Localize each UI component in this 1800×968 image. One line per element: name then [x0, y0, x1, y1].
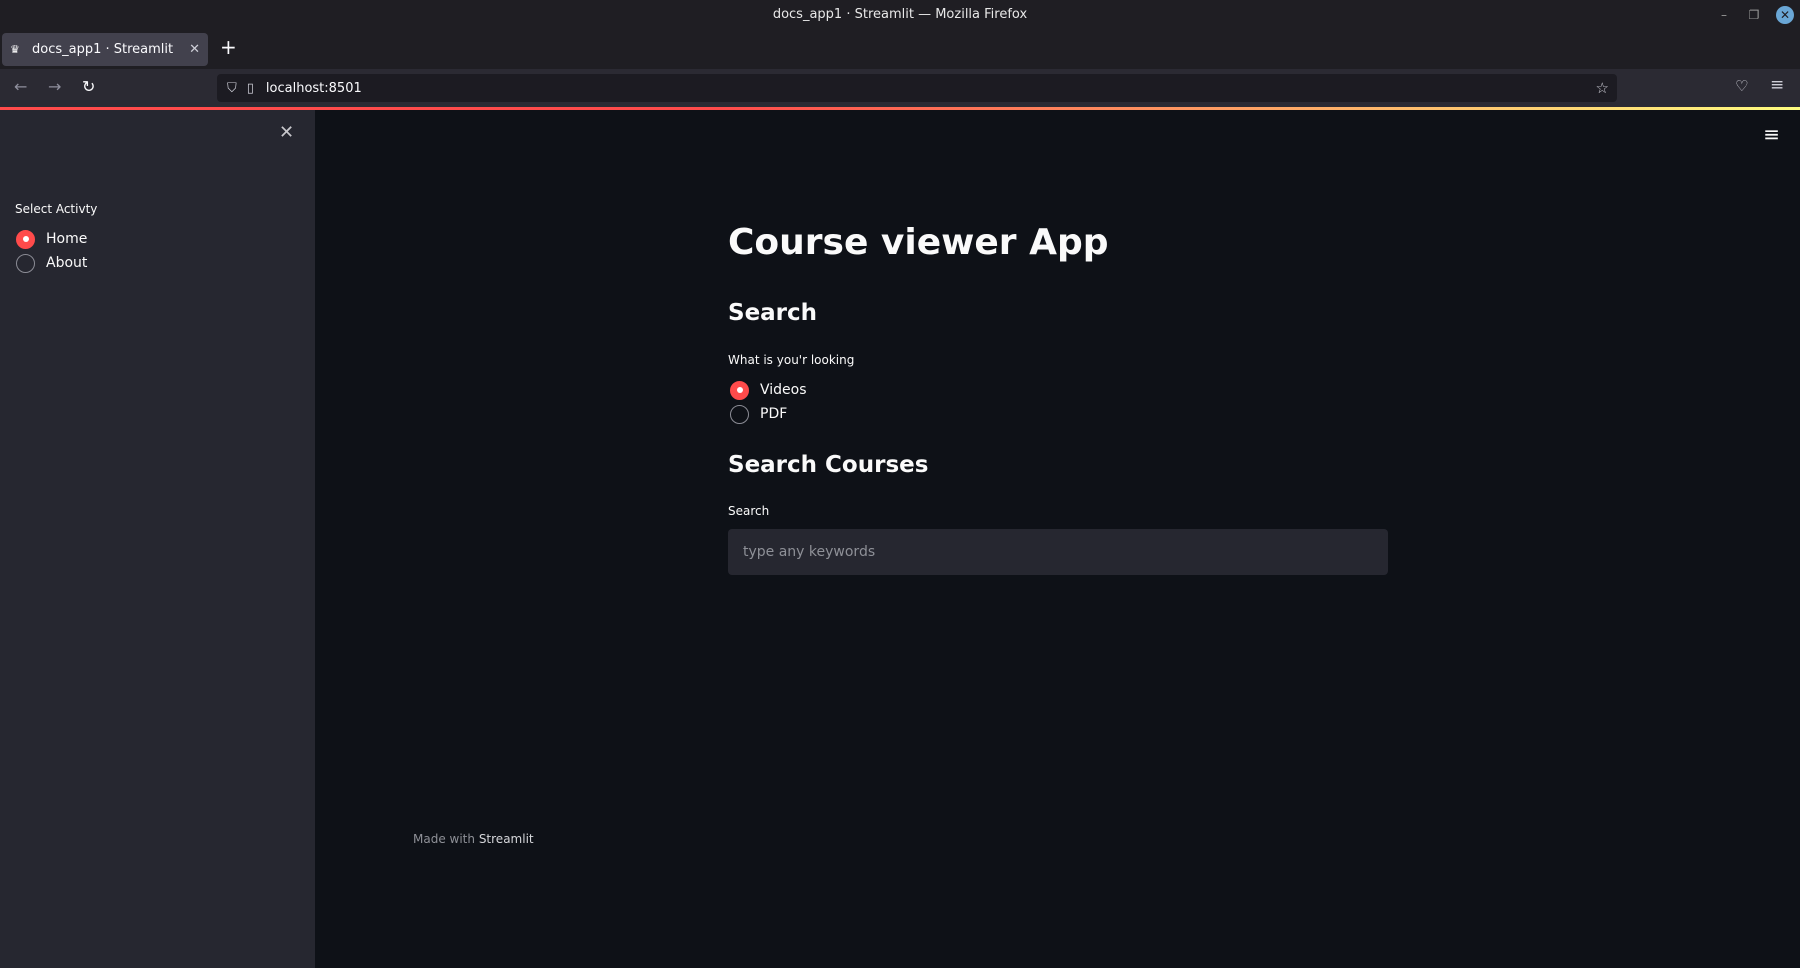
radio-checked-icon[interactable] [730, 380, 749, 400]
url-bar[interactable]: ⛉ ▯ localhost:8501 ☆ [217, 74, 1617, 102]
type-label: What is you'r looking [728, 353, 855, 367]
activity-radio-group: Home About [16, 227, 87, 275]
url-text[interactable]: localhost:8501 [266, 81, 362, 96]
back-icon[interactable]: ← [14, 77, 27, 96]
forward-icon[interactable]: → [48, 77, 61, 96]
radio-unchecked-icon[interactable] [16, 253, 35, 273]
bookmark-star-icon[interactable]: ☆ [1596, 79, 1609, 97]
shield-icon[interactable]: ⛉ [227, 81, 237, 96]
radio-option-pdf[interactable]: PDF [730, 402, 807, 426]
radio-checked-icon[interactable] [16, 229, 35, 249]
app-menu-icon[interactable]: ≡ [1763, 122, 1780, 146]
radio-unchecked-icon[interactable] [730, 404, 749, 424]
footer-text: Made with [413, 832, 475, 846]
sidebar: ✕ Select Activty Home About [0, 110, 315, 968]
search-courses-heading: Search Courses [728, 452, 929, 478]
streamlit-link[interactable]: Streamlit [479, 832, 534, 846]
tab-bar: ♛ docs_app1 · Streamlit ✕ + [0, 29, 1800, 69]
page-title: Course viewer App [728, 222, 1109, 263]
select-activity-label: Select Activty [15, 202, 98, 216]
browser-menu-icon[interactable]: ≡ [1770, 75, 1784, 95]
search-input[interactable] [728, 529, 1388, 575]
type-radio-group: Videos PDF [730, 378, 807, 426]
search-field-label: Search [728, 504, 770, 518]
footer: Made with Streamlit [413, 832, 534, 846]
streamlit-favicon-icon: ♛ [10, 43, 20, 56]
window-close-icon[interactable]: ✕ [1776, 5, 1794, 24]
maximize-icon[interactable]: ❐ [1746, 8, 1762, 22]
navigation-bar: ← → ↻ ⛉ ▯ localhost:8501 ☆ ♡ ≡ [0, 69, 1800, 108]
search-heading: Search [728, 300, 818, 326]
page-icon[interactable]: ▯ [247, 81, 254, 96]
radio-label: PDF [760, 406, 788, 422]
radio-label: Videos [760, 382, 807, 398]
reload-icon[interactable]: ↻ [82, 77, 95, 96]
minimize-icon[interactable]: – [1716, 8, 1732, 22]
tab-close-icon[interactable]: ✕ [189, 42, 200, 57]
browser-tab[interactable]: ♛ docs_app1 · Streamlit ✕ [2, 33, 208, 66]
window-controls: – ❐ ✕ [1716, 0, 1794, 29]
tab-title: docs_app1 · Streamlit [32, 42, 174, 57]
radio-option-about[interactable]: About [16, 251, 87, 275]
radio-label: Home [46, 231, 88, 247]
radio-option-home[interactable]: Home [16, 227, 87, 251]
radio-label: About [46, 255, 88, 271]
radio-option-videos[interactable]: Videos [730, 378, 807, 402]
sidebar-close-icon[interactable]: ✕ [279, 122, 294, 143]
window-titlebar: docs_app1 · Streamlit — Mozilla Firefox … [0, 0, 1800, 29]
new-tab-icon[interactable]: + [220, 35, 237, 59]
pocket-icon[interactable]: ♡ [1735, 77, 1748, 95]
main-area: ≡ Course viewer App Search What is you'r… [315, 110, 1800, 968]
window-title: docs_app1 · Streamlit — Mozilla Firefox [772, 7, 1028, 22]
